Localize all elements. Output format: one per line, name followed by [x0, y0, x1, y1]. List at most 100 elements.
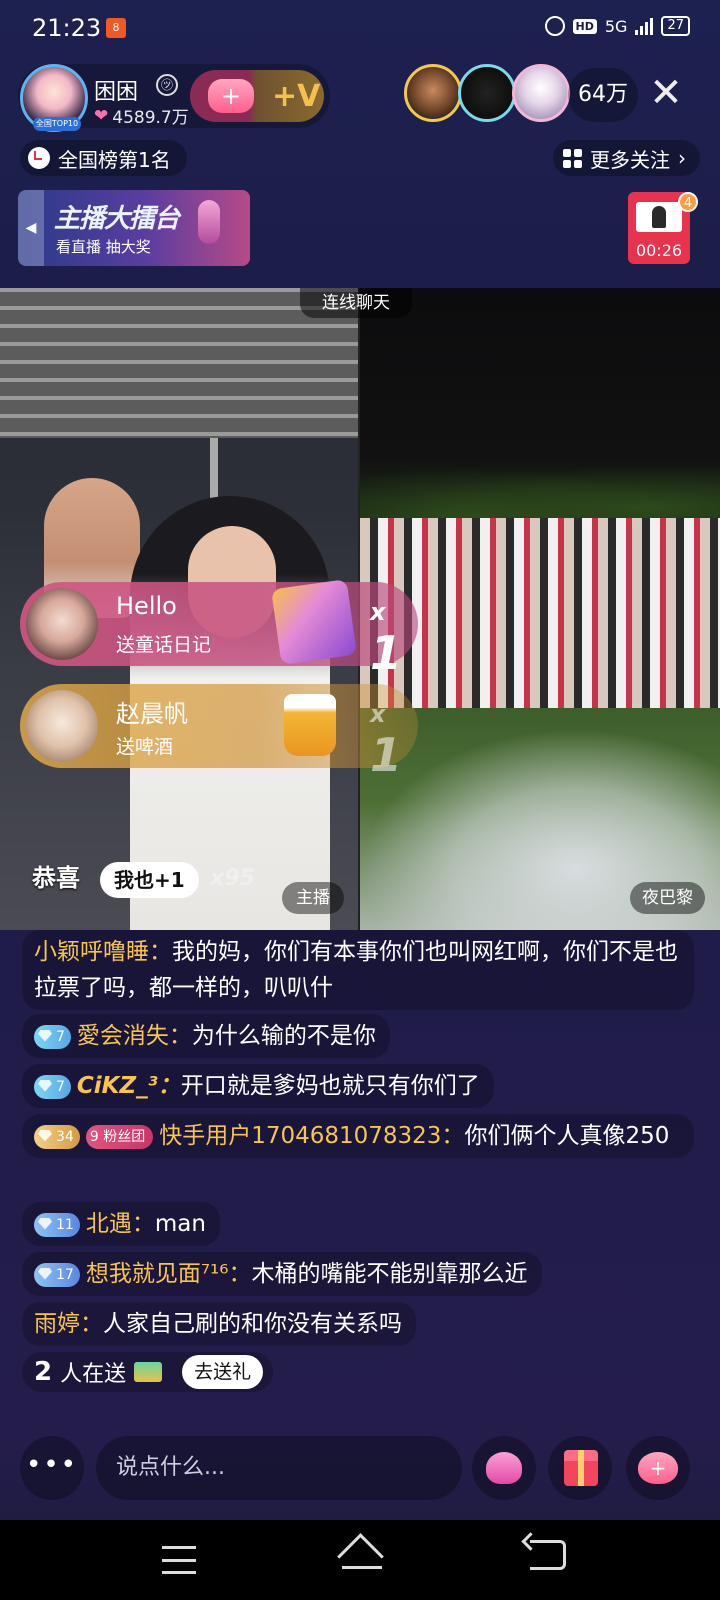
go-send-gift-button[interactable]: 去送礼 — [182, 1355, 264, 1389]
heart-plus-icon: + — [638, 1452, 678, 1484]
host-tag: 主播 — [282, 882, 344, 914]
winged-heart-button[interactable] — [472, 1436, 536, 1500]
banner-title: 主播大擂台 — [54, 204, 180, 234]
chat-message[interactable]: 11 北遇：man — [22, 1202, 220, 1246]
gem-icon — [38, 1129, 52, 1142]
anchor-likes-count: 4589.7万 — [112, 108, 189, 128]
chat-text: 人家自己刷的和你没有关系吗 — [103, 1311, 402, 1337]
chat-text: man — [154, 1211, 206, 1237]
collapse-arrow-icon[interactable]: ◀ — [18, 190, 44, 266]
chat-message[interactable]: 雨婷：人家自己刷的和你没有关系吗 — [22, 1302, 416, 1346]
anchor-avatar[interactable]: 全国TOP10 — [20, 64, 88, 132]
gem-icon — [38, 1217, 52, 1230]
chat-message[interactable]: 34 9 粉丝团 快手用户1704681078323：你们俩个人真像250 — [22, 1114, 694, 1158]
banner-subtitle: 看直播 抽大奖 — [56, 238, 151, 256]
more-follow-button[interactable]: 更多关注 › — [553, 140, 700, 176]
menu-icon[interactable] — [162, 1546, 196, 1574]
comment-input[interactable]: 说点什么... — [96, 1436, 462, 1500]
gift-sending-icon — [134, 1362, 163, 1382]
gift-icon — [564, 1450, 598, 1486]
battery-icon: 27 — [661, 16, 690, 36]
fairy-diary-gift-icon — [271, 579, 357, 665]
event-banner[interactable]: ◀ 主播大擂台 看直播 抽大奖 — [18, 190, 250, 266]
me-too-button[interactable]: 我也+1 — [100, 862, 199, 898]
rank-label: 全国榜第1名 — [58, 147, 171, 172]
chat-text: 你们俩个人真像250 — [464, 1123, 670, 1149]
viewer-avatar[interactable] — [512, 64, 570, 122]
viewer-avatar[interactable] — [404, 64, 462, 122]
sender-avatar[interactable] — [26, 588, 98, 660]
chat-user[interactable]: 北遇： — [86, 1211, 155, 1237]
gift-sender: 赵晨帆 — [116, 700, 188, 728]
gift-count: x 1 — [370, 700, 403, 782]
viewer-avatar[interactable] — [458, 64, 516, 122]
microphone-icon — [198, 200, 220, 244]
gift-desc: 送啤酒 — [116, 736, 174, 758]
gift-notification: Hello 送童话日记 x 1 — [20, 579, 418, 680]
sending-label: 人在送 — [60, 1362, 127, 1387]
gift-sending-bar: 2 人在送 去送礼 — [22, 1352, 274, 1392]
opponent-tag[interactable]: 夜巴黎 — [630, 882, 705, 914]
network-label: 5G — [604, 16, 628, 36]
viewer-count[interactable]: 64万 — [568, 68, 638, 122]
like-button[interactable]: + — [626, 1436, 690, 1500]
level-badge: 7 — [34, 1074, 71, 1099]
smile-icon: ㋡ — [156, 74, 178, 96]
beer-gift-icon — [284, 694, 336, 756]
grid-icon — [563, 148, 582, 168]
heart-icon: ❤ — [94, 105, 109, 126]
level-badge: 11 — [34, 1212, 80, 1237]
congrats-label: 恭喜 — [32, 864, 80, 892]
fan-club-badge: 9 粉丝团 — [85, 1124, 154, 1149]
more-follow-label: 更多关注 — [590, 147, 670, 172]
connect-chat-tag: 连线聊天 — [300, 288, 412, 318]
back-icon[interactable] — [530, 1540, 566, 1570]
gift-notification: 赵晨帆 送啤酒 x 1 — [20, 684, 418, 782]
level-badge: 17 — [34, 1262, 80, 1287]
chat-user[interactable]: 快手用户1704681078323： — [159, 1123, 464, 1149]
chat-message[interactable]: 小颖呼噜睡：我的妈，你们有本事你们也叫网红啊，你们不是也拉票了吗，都一样的，叭叭… — [22, 930, 694, 1010]
chat-message[interactable]: 7 愛会消失：为什么输的不是你 — [22, 1014, 390, 1058]
anchor-name[interactable]: 困困 — [94, 74, 138, 106]
home-icon[interactable] — [338, 1538, 386, 1578]
chat-user[interactable]: 愛会消失： — [77, 1023, 192, 1049]
anchor-likes: ❤ 4589.7万 — [94, 103, 189, 129]
chat-text: 为什么输的不是你 — [191, 1023, 376, 1049]
live-room: 21:23 8 HD 5G 27 全国TOP10 困困 ㋡ ❤ 4589.7万 … — [0, 0, 720, 1600]
gem-icon — [38, 1029, 52, 1042]
chat-text: 木桶的嘴能不能别靠那么近 — [251, 1261, 528, 1287]
hd-icon: HD — [572, 18, 597, 34]
chat-text: 开口就是爹妈也就只有你们了 — [180, 1073, 480, 1099]
chat-user[interactable]: 雨婷： — [34, 1311, 103, 1337]
gift-desc: 送童话日记 — [116, 634, 212, 656]
chat-user[interactable]: CiKZ_³： — [77, 1073, 181, 1099]
alarm-icon — [544, 16, 565, 36]
signal-icon — [635, 17, 654, 35]
chevron-right-icon: › — [678, 146, 686, 170]
rank-pill[interactable]: 全国榜第1名 — [20, 140, 187, 176]
sender-avatar[interactable] — [26, 690, 98, 762]
congrats-count: x95 — [210, 866, 255, 891]
more-options-button[interactable]: ••• — [20, 1436, 84, 1500]
gift-count: x 1 — [370, 598, 403, 680]
top-viewers[interactable] — [404, 64, 570, 124]
chat-user[interactable]: 想我就见面⁷¹⁶： — [86, 1261, 252, 1287]
sending-count: 2 — [34, 1357, 53, 1387]
top10-badge: 全国TOP10 — [33, 117, 81, 131]
status-indicators: HD 5G 27 — [544, 16, 690, 36]
level-badge: 7 — [34, 1024, 71, 1049]
gift-button[interactable] — [548, 1436, 612, 1500]
chat-user[interactable]: 小颖呼噜睡： — [34, 939, 172, 965]
chat-message[interactable]: 7 CiKZ_³：开口就是爹妈也就只有你们了 — [22, 1064, 494, 1108]
close-button[interactable]: ✕ — [646, 72, 686, 116]
chat-message[interactable]: 17 想我就见面⁷¹⁶：木桶的嘴能不能别靠那么近 — [22, 1252, 542, 1296]
follow-button[interactable]: + +V — [190, 70, 324, 122]
red-packet-icon — [636, 202, 682, 232]
gift-sender: Hello — [116, 592, 177, 620]
clock-icon — [28, 147, 50, 169]
level-badge: 34 — [34, 1124, 80, 1149]
v-plus-label: +V — [272, 78, 321, 114]
status-bar: 21:23 8 HD 5G 27 — [0, 0, 720, 58]
system-nav-bar — [0, 1520, 720, 1600]
timer-text: 00:26 — [635, 241, 683, 260]
